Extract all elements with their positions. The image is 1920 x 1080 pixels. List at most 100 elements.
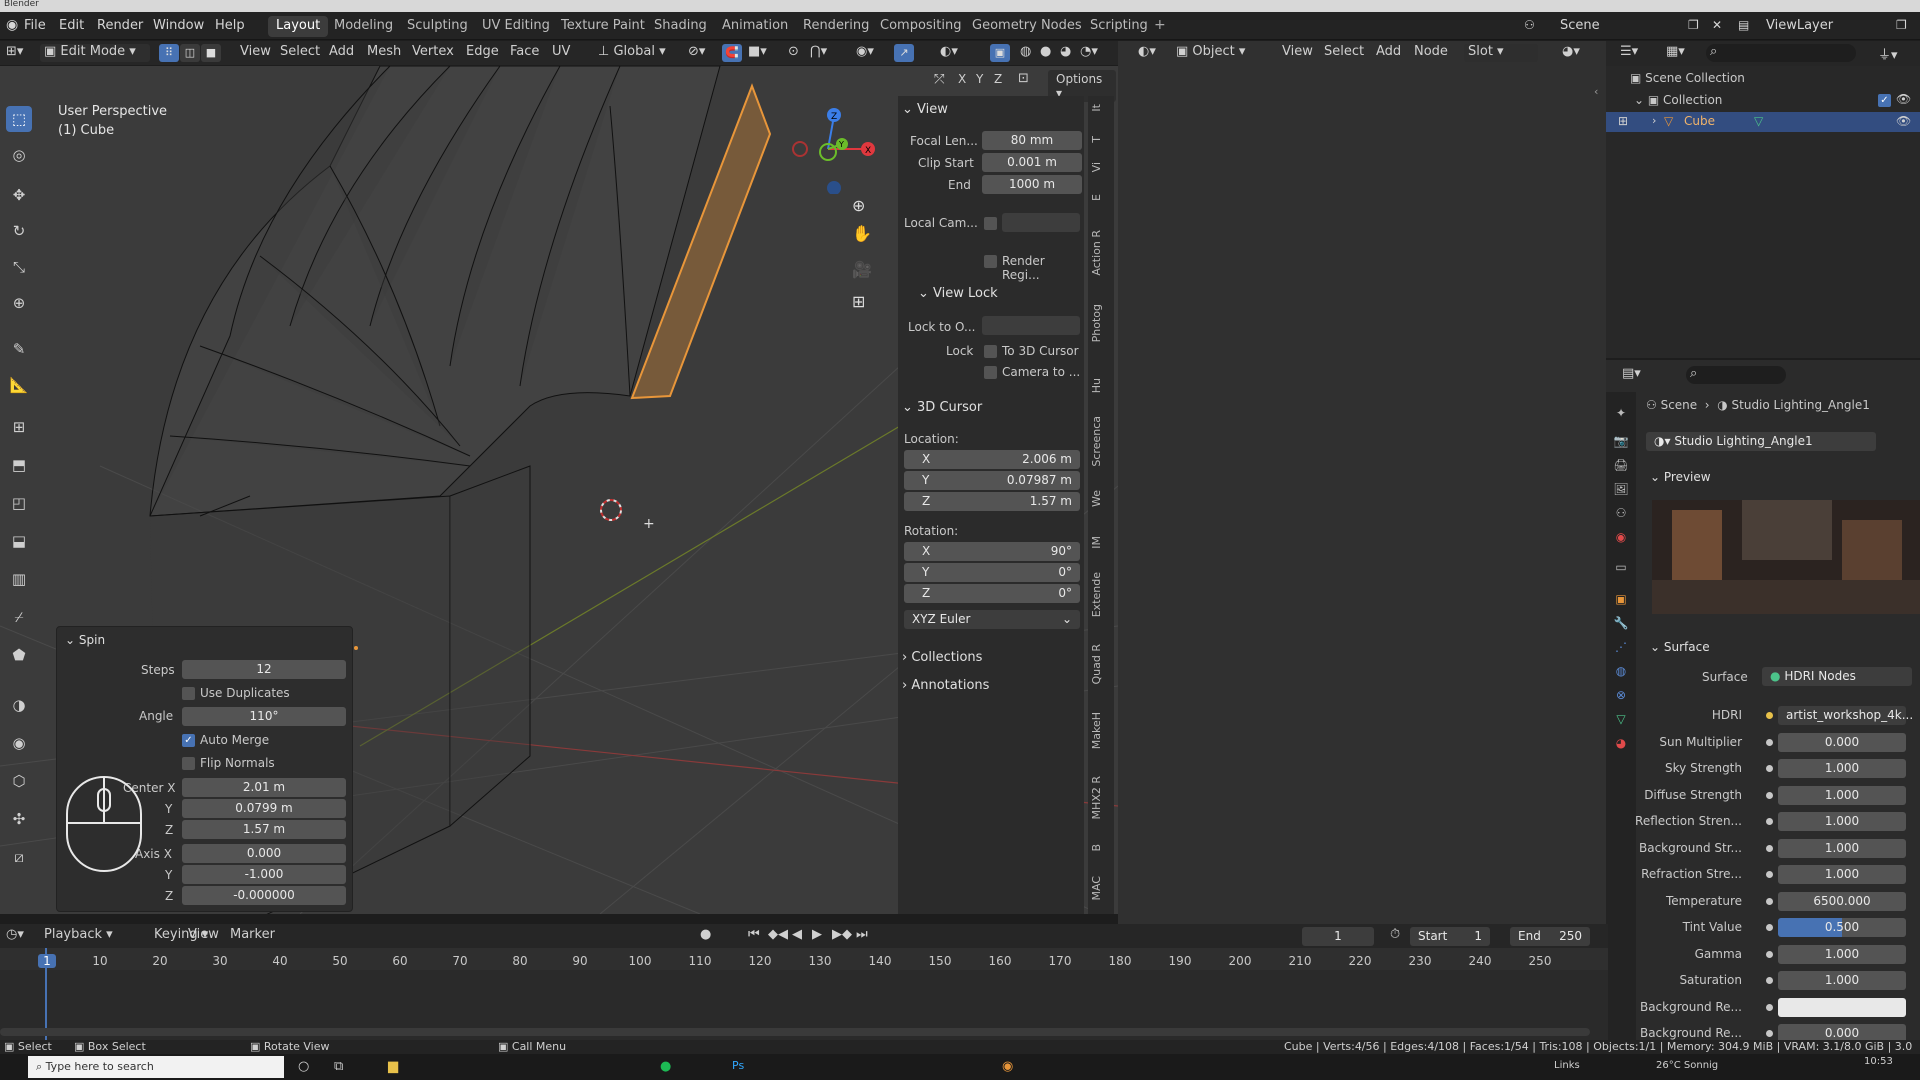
playback-menu[interactable]: Playback ▾ xyxy=(40,927,117,945)
center-x-field[interactable]: 2.01 m xyxy=(182,778,346,797)
cortana-icon[interactable]: ○ xyxy=(298,1059,309,1074)
navigation-gizmo[interactable]: Z X Y xyxy=(790,104,880,195)
end-frame-field[interactable]: End 250 xyxy=(1510,927,1590,946)
pivot-icon[interactable]: ⊘▾ xyxy=(684,44,709,62)
axis-y-field[interactable]: -1.000 xyxy=(182,865,346,884)
view-section-header[interactable]: ⌄ View xyxy=(902,102,948,117)
start-frame-field[interactable]: Start 1 xyxy=(1410,927,1490,946)
slot-dropdown[interactable]: Slot ▾ xyxy=(1464,44,1538,62)
tab-hu[interactable]: Hu xyxy=(1090,378,1112,393)
surface-input-field[interactable]: 1.000 xyxy=(1778,759,1906,778)
render-props-icon[interactable]: 📷 xyxy=(1612,432,1630,450)
collection-item[interactable]: ⌄ ▣ Collection xyxy=(1634,93,1722,107)
transform-orientation[interactable]: ⊥ Global ▾ xyxy=(594,44,670,62)
socket-dot-icon[interactable] xyxy=(1766,924,1773,931)
menu-select[interactable]: Select xyxy=(276,44,324,62)
node-editor-type-icon[interactable]: ◐▾ xyxy=(1134,44,1160,62)
physics-props-icon[interactable]: ◍ xyxy=(1612,662,1630,680)
surface-input-field[interactable]: 1.000 xyxy=(1778,785,1906,805)
scene-collection-item[interactable]: ▣ Scene Collection xyxy=(1630,71,1745,85)
ortho-toggle-icon[interactable]: ⊞ xyxy=(852,292,865,311)
surface-input-field[interactable]: 1.000 xyxy=(1778,944,1906,964)
menu-window[interactable]: Window xyxy=(153,18,204,33)
loop-cut-tool-icon[interactable]: ▥ xyxy=(6,566,32,592)
camera-to-view-checkbox[interactable] xyxy=(984,366,997,379)
tab-mac[interactable]: MAC xyxy=(1090,876,1112,901)
annotations-section-header[interactable]: › Annotations xyxy=(902,678,989,693)
tab-action-r[interactable]: Action R xyxy=(1090,230,1112,276)
menu-edge[interactable]: Edge xyxy=(462,44,503,62)
spin-panel-header[interactable]: ⌄ Spin xyxy=(65,633,105,647)
jump-end-icon[interactable]: ⏭ xyxy=(852,927,872,945)
collection-include-checkbox[interactable]: ✓ xyxy=(1878,94,1891,107)
node-editor[interactable]: ◐▾ ▣ Object ▾ View Select Add Node Slot … xyxy=(1118,41,1606,924)
add-cube-tool-icon[interactable]: ⊞ xyxy=(6,414,32,440)
menu-help[interactable]: Help xyxy=(215,18,245,33)
weather-label[interactable]: 26°C Sonnig xyxy=(1656,1060,1718,1071)
tab-layout[interactable]: Layout xyxy=(268,16,329,37)
local-camera-checkbox[interactable] xyxy=(984,217,997,230)
lock-to-object-field[interactable] xyxy=(982,316,1080,335)
cursor-rot-z-field[interactable]: Z 0° xyxy=(904,584,1080,603)
editor-type-icon[interactable]: ⊞▾ xyxy=(2,44,27,62)
center-y-field[interactable]: 0.0799 m xyxy=(182,799,346,818)
visibility-icon[interactable]: ◉▾ xyxy=(852,44,878,62)
socket-dot-icon[interactable] xyxy=(1766,791,1773,799)
overlay-icon[interactable]: ◐▾ xyxy=(936,44,962,62)
node-menu-view[interactable]: View xyxy=(1278,44,1317,62)
tab-extended[interactable]: Extende xyxy=(1090,572,1112,617)
surface-input-field[interactable]: 6500.000 xyxy=(1778,891,1906,911)
auto-merge-icon[interactable]: ⊡ xyxy=(1018,71,1029,86)
tab-makeh[interactable]: MakeH xyxy=(1090,712,1112,749)
menu-view[interactable]: View xyxy=(236,44,275,62)
tab-item[interactable]: It xyxy=(1090,104,1112,112)
poly-build-tool-icon[interactable]: ⬟ xyxy=(6,642,32,668)
jump-start-icon[interactable]: ⏮ xyxy=(744,927,764,945)
node-menu-select[interactable]: Select xyxy=(1320,44,1368,62)
menu-uv[interactable]: UV xyxy=(548,44,574,62)
play-reverse-icon[interactable]: ◀ xyxy=(788,927,806,945)
shear-tool-icon[interactable]: ⧄ xyxy=(6,844,32,870)
scene-icon[interactable]: ⚇ xyxy=(1524,18,1535,32)
menu-mesh[interactable]: Mesh xyxy=(363,44,405,62)
play-icon[interactable]: ▶ xyxy=(808,927,826,945)
menu-file[interactable]: File xyxy=(24,18,46,33)
vertex-select-icon[interactable]: ⠿ xyxy=(159,44,179,62)
pan-hand-icon[interactable]: ✋ xyxy=(852,224,872,243)
task-view-icon[interactable]: ⧉ xyxy=(334,1059,343,1074)
timeline-type-icon[interactable]: ◷▾ xyxy=(2,927,28,945)
rotation-mode-dropdown[interactable]: XYZ Euler ⌄ xyxy=(904,610,1080,629)
current-frame-field[interactable]: 1 xyxy=(1302,927,1374,946)
scene-name[interactable]: Scene xyxy=(1560,18,1600,33)
material-props-icon[interactable]: ◕ xyxy=(1612,734,1630,752)
tab-view[interactable]: Vi xyxy=(1090,162,1112,172)
explorer-icon[interactable]: ▆ xyxy=(388,1059,398,1074)
menu-face[interactable]: Face xyxy=(506,44,543,62)
clip-start-field[interactable]: 0.001 m xyxy=(982,153,1082,172)
tab-compositing[interactable]: Compositing xyxy=(872,16,970,37)
snap-target-icon[interactable]: ■▾ xyxy=(744,44,771,62)
mirror-z-toggle[interactable]: Z xyxy=(994,72,1002,86)
stopwatch-icon[interactable]: ⏱ xyxy=(1386,927,1404,945)
constraints-props-icon[interactable]: ⊗ xyxy=(1612,686,1630,704)
tab-animation[interactable]: Animation xyxy=(714,16,796,37)
focal-length-field[interactable]: 80 mm xyxy=(982,131,1082,150)
cursor-loc-z-field[interactable]: Z 1.57 m xyxy=(904,492,1080,511)
photoshop-icon[interactable]: Ps xyxy=(732,1059,744,1072)
surface-input-field[interactable]: 1.000 xyxy=(1778,971,1906,990)
cursor-loc-x-field[interactable]: X 2.006 m xyxy=(904,450,1080,469)
rotate-tool-icon[interactable]: ↻ xyxy=(6,218,32,244)
socket-dot-icon[interactable] xyxy=(1766,950,1773,958)
tab-mhx2[interactable]: MHX2 R xyxy=(1090,776,1112,819)
auto-merge-checkbox[interactable]: ✓ xyxy=(182,734,195,747)
cube-label[interactable]: Cube xyxy=(1684,114,1715,128)
snap-icon[interactable]: 🧲 xyxy=(722,44,742,62)
view-layer-icon[interactable]: ▤ xyxy=(1738,18,1749,32)
socket-dot-icon[interactable] xyxy=(1766,844,1773,852)
mirror-y-toggle[interactable]: Y xyxy=(976,72,983,86)
add-workspace-icon[interactable]: + xyxy=(1154,17,1166,33)
falloff-icon[interactable]: ⋂▾ xyxy=(806,44,831,62)
output-props-icon[interactable]: 🖨 xyxy=(1612,456,1630,474)
tab-geometry-nodes[interactable]: Geometry Nodes xyxy=(964,16,1090,37)
edit-mode-icon[interactable]: ⊞ xyxy=(1618,114,1628,128)
